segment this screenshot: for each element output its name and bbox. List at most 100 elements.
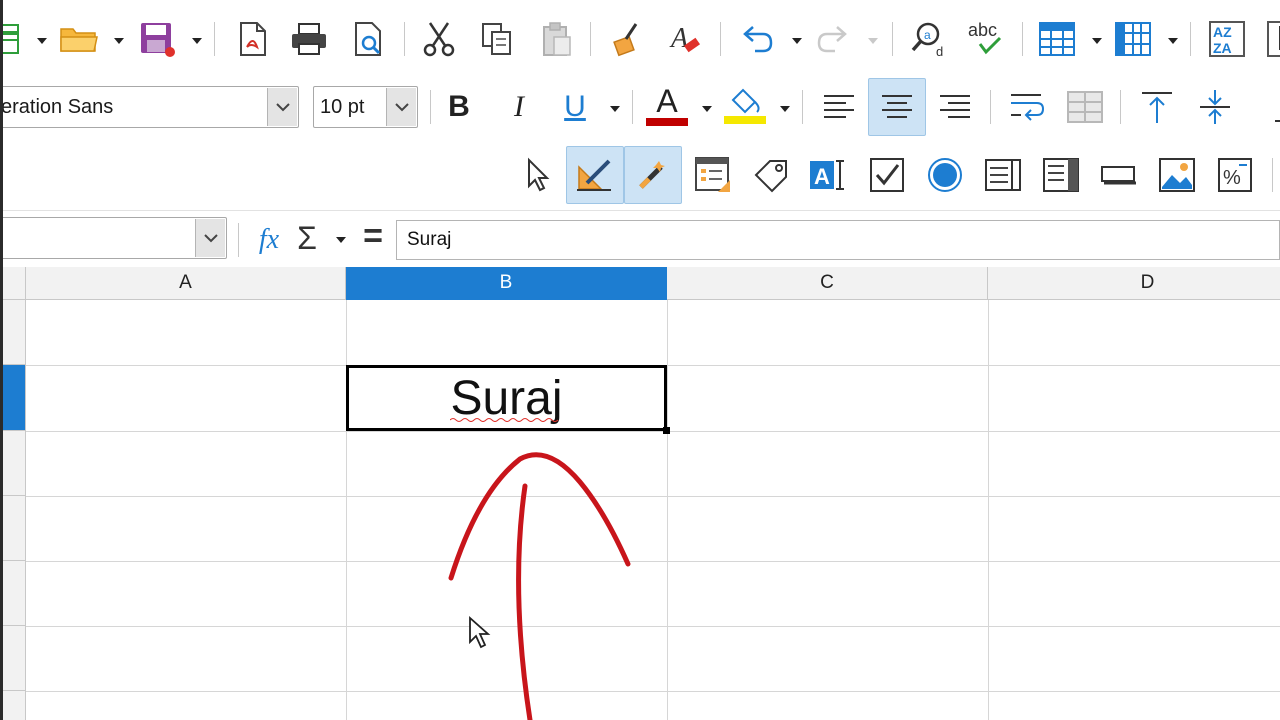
paste-icon[interactable]: [534, 16, 580, 62]
name-box[interactable]: [0, 217, 227, 259]
copy-icon[interactable]: [474, 16, 520, 62]
sort-descending-icon[interactable]: [1258, 16, 1280, 62]
save-dropdown-arrow[interactable]: [190, 34, 204, 48]
new-dropdown-arrow[interactable]: [35, 34, 49, 48]
align-bottom-icon[interactable]: [1248, 84, 1280, 130]
column-header-c[interactable]: C: [667, 267, 988, 300]
formula-input[interactable]: Suraj: [396, 220, 1280, 260]
sum-dropdown-arrow[interactable]: [334, 233, 348, 247]
row-header[interactable]: [0, 561, 26, 626]
toolbar-separator: [238, 223, 239, 257]
select-pointer-icon[interactable]: [514, 152, 560, 198]
grid-line: [26, 691, 1280, 692]
font-size-dropdown-button[interactable]: [386, 88, 416, 126]
column-header-b[interactable]: B: [346, 267, 667, 300]
font-size-combobox[interactable]: 10 pt: [313, 86, 418, 128]
chevron-down-icon: [203, 233, 218, 242]
row-header[interactable]: [0, 626, 26, 691]
grid-line: [26, 496, 1280, 497]
design-mode-icon[interactable]: [566, 146, 624, 204]
column-insert-icon[interactable]: [1110, 16, 1156, 62]
formatted-field-icon[interactable]: %: [1212, 152, 1258, 198]
grid-line: [26, 561, 1280, 562]
row-header-selected[interactable]: [0, 365, 26, 431]
wrap-text-icon[interactable]: [1004, 84, 1050, 130]
font-name-dropdown-button[interactable]: [267, 88, 297, 126]
align-top-icon[interactable]: [1134, 84, 1180, 130]
clone-formatting-icon[interactable]: [602, 16, 648, 62]
highlight-dropdown-arrow[interactable]: [778, 102, 792, 116]
select-all-corner[interactable]: [0, 267, 26, 300]
mouse-pointer-icon: [469, 616, 491, 649]
toolbar-separator: [1190, 22, 1191, 56]
undo-icon[interactable]: [734, 16, 780, 62]
merge-cells-icon[interactable]: [1062, 84, 1108, 130]
column-dropdown-arrow[interactable]: [1166, 34, 1180, 48]
row-dropdown-arrow[interactable]: [1090, 34, 1104, 48]
font-color-dropdown-arrow[interactable]: [700, 102, 714, 116]
svg-text:d: d: [936, 44, 943, 58]
row-header[interactable]: [0, 300, 26, 365]
row-insert-icon[interactable]: [1034, 16, 1080, 62]
align-left-icon[interactable]: [816, 84, 862, 130]
print-preview-icon[interactable]: [346, 16, 392, 62]
row-header[interactable]: [0, 496, 26, 561]
align-right-icon[interactable]: [932, 84, 978, 130]
name-box-dropdown-button[interactable]: [195, 219, 225, 257]
formula-equals-button[interactable]: =: [350, 213, 396, 259]
option-button-icon[interactable]: [922, 152, 968, 198]
font-color-button[interactable]: A: [644, 82, 690, 128]
row-header[interactable]: [0, 691, 26, 720]
label-tag-icon[interactable]: [748, 152, 794, 198]
underline-dropdown-arrow[interactable]: [608, 102, 622, 116]
push-button-icon[interactable]: [1096, 152, 1142, 198]
underline-button[interactable]: U: [552, 84, 598, 130]
toolbar-separator: [404, 22, 405, 56]
new-document-icon[interactable]: [0, 16, 32, 62]
svg-text:A: A: [669, 23, 689, 54]
spelling-icon[interactable]: abc: [964, 16, 1010, 62]
row-header[interactable]: [0, 431, 26, 496]
redo-icon[interactable]: [810, 16, 856, 62]
active-cell-b[interactable]: Suraj: [346, 365, 667, 431]
control-wizards-icon[interactable]: [624, 146, 682, 204]
checkbox-icon[interactable]: [864, 152, 910, 198]
find-replace-icon[interactable]: ad: [906, 16, 952, 62]
redo-dropdown-arrow[interactable]: [866, 34, 880, 48]
formatting-toolbar: eration Sans 10 pt B I U A: [0, 78, 1280, 138]
spellcheck-underline: [450, 417, 559, 422]
undo-dropdown-arrow[interactable]: [790, 34, 804, 48]
open-dropdown-arrow[interactable]: [112, 34, 126, 48]
italic-button[interactable]: I: [496, 84, 542, 130]
form-properties-icon[interactable]: [690, 152, 736, 198]
cell-text: Suraj: [450, 371, 563, 426]
highlight-color-button[interactable]: [722, 82, 768, 128]
align-middle-icon[interactable]: [1192, 84, 1238, 130]
svg-text:a: a: [924, 28, 931, 42]
cut-icon[interactable]: [416, 16, 462, 62]
sort-ascending-icon[interactable]: AZ ZA: [1204, 16, 1250, 62]
combo-box-icon[interactable]: [1038, 152, 1084, 198]
paint-bucket-icon: [731, 88, 760, 114]
image-control-icon[interactable]: [1154, 152, 1200, 198]
align-center-icon[interactable]: [868, 78, 926, 136]
clear-formatting-icon[interactable]: A: [662, 16, 708, 62]
export-pdf-icon[interactable]: [230, 16, 276, 62]
grid-line: [346, 300, 347, 720]
chevron-down-icon: [394, 102, 409, 111]
sum-button[interactable]: Σ: [284, 215, 330, 261]
font-name-value: eration Sans: [1, 95, 114, 118]
fill-handle[interactable]: [663, 427, 670, 434]
save-icon[interactable]: [134, 16, 180, 62]
font-name-combobox[interactable]: eration Sans: [0, 86, 299, 128]
bold-button[interactable]: B: [436, 84, 482, 130]
column-header-d[interactable]: D: [988, 267, 1280, 300]
column-header-a[interactable]: A: [26, 267, 346, 300]
toolbar-separator: [590, 22, 591, 56]
svg-text:%: %: [1223, 167, 1241, 189]
list-box-icon[interactable]: [980, 152, 1026, 198]
text-box-icon[interactable]: A: [806, 152, 852, 198]
sort-top-label: AZ: [1213, 24, 1232, 40]
print-icon[interactable]: [286, 16, 332, 62]
open-folder-icon[interactable]: [56, 16, 102, 62]
